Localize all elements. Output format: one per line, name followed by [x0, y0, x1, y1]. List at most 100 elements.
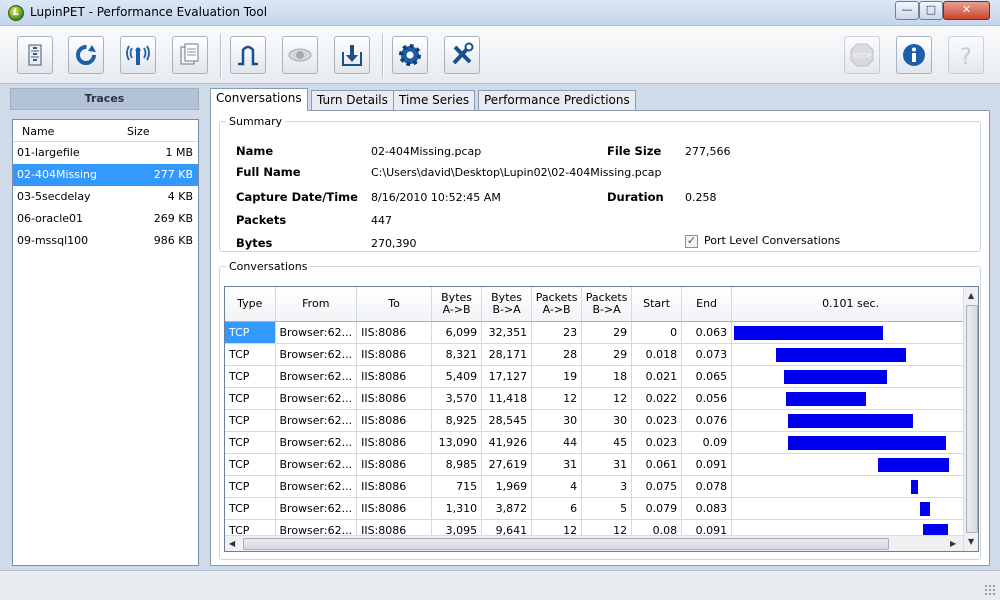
resize-grip-icon[interactable] — [984, 584, 996, 596]
table-cell: 0.073 — [681, 343, 733, 366]
table-row[interactable]: TCP Browser:62... IIS:8086 1,310 3,872 6 5 0.07… — [225, 497, 971, 520]
table-cell: IIS:8086 — [356, 321, 433, 344]
help-icon: ? — [960, 45, 972, 68]
settings-button[interactable] — [392, 36, 428, 74]
export-button[interactable] — [334, 36, 370, 74]
trace-row[interactable]: 03-5secdelay 4 KB — [13, 186, 198, 208]
traces-list[interactable]: Name Size 01-largefile 1 MB 02-404Missin… — [12, 119, 199, 566]
vertical-scrollbar[interactable]: ▲ ▼ — [963, 287, 978, 551]
table-cell: 1,969 — [481, 475, 533, 498]
vertical-scroll-thumb[interactable] — [966, 305, 978, 533]
tools-button[interactable] — [444, 36, 480, 74]
timeline-cell — [731, 321, 971, 344]
refresh-icon — [76, 45, 96, 65]
table-row[interactable]: TCP Browser:62... IIS:8086 13,090 41,926 44 45… — [225, 431, 971, 454]
scroll-down-arrow[interactable]: ▼ — [968, 537, 974, 546]
view-button[interactable] — [282, 36, 318, 74]
tab-conversations[interactable]: Conversations — [210, 88, 308, 111]
trace-name: 03-5secdelay — [17, 190, 91, 203]
port-level-checkbox[interactable]: ✓ — [685, 235, 698, 248]
table-cell: 0.076 — [681, 409, 733, 432]
horizontal-scrollbar[interactable]: ◀ ▶ — [225, 535, 963, 551]
table-row[interactable]: TCP Browser:62... IIS:8086 6,099 32,351 23 29 0… — [225, 321, 971, 344]
tab-time-series[interactable]: Time Series — [393, 90, 476, 110]
info-button[interactable] — [896, 36, 932, 74]
column-header[interactable]: Packets B->A — [581, 287, 633, 322]
table-cell: 0.078 — [681, 475, 733, 498]
graph-icon — [238, 45, 258, 66]
open-file-button[interactable] — [17, 36, 53, 74]
table-row[interactable]: TCP Browser:62... IIS:8086 8,925 28,545 30 30 0… — [225, 409, 971, 432]
table-row[interactable]: TCP Browser:62... IIS:8086 715 1,969 4 3 0.075 0… — [225, 475, 971, 498]
scroll-up-arrow[interactable]: ▲ — [968, 291, 974, 300]
stop-button[interactable]: STOP — [844, 36, 880, 74]
scroll-right-arrow[interactable]: ▶ — [950, 539, 956, 548]
column-header-size[interactable]: Size — [127, 125, 150, 138]
timeline-cell — [731, 409, 971, 432]
table-cell: 28,545 — [481, 409, 533, 432]
table-cell: 0.09 — [681, 431, 733, 454]
table-cell: 0.065 — [681, 365, 733, 388]
table-cell: 8,985 — [431, 453, 483, 476]
tab-performance-predictions[interactable]: Performance Predictions — [478, 90, 636, 110]
table-cell: 0.023 — [631, 409, 683, 432]
column-header[interactable]: From — [275, 287, 358, 322]
trace-row[interactable]: 09-mssql100 986 KB — [13, 230, 198, 252]
table-cell: TCP — [225, 497, 276, 520]
table-row[interactable]: TCP Browser:62... IIS:8086 5,409 17,127 19 18 0… — [225, 365, 971, 388]
timeline-bar — [910, 479, 918, 494]
trace-row[interactable]: 01-largefile 1 MB — [13, 142, 198, 164]
table-cell: 0.079 — [631, 497, 683, 520]
documents-button[interactable] — [172, 36, 208, 74]
table-cell: 8,321 — [431, 343, 483, 366]
table-cell: TCP — [225, 365, 276, 388]
table-cell: IIS:8086 — [356, 343, 433, 366]
documents-icon — [180, 43, 199, 65]
column-header[interactable]: Packets A->B — [531, 287, 583, 322]
close-button[interactable]: ✕ — [943, 1, 990, 20]
conversations-grid[interactable]: Type From To Bytes A->B Bytes B->A Packets A->B P… — [224, 286, 979, 552]
full-name-value: C:\Users\david\Desktop\Lupin02\02-404Mis… — [371, 166, 662, 179]
toolbar: STOP ? — [0, 26, 1000, 84]
capture-button[interactable] — [120, 36, 156, 74]
stop-icon: STOP — [850, 43, 874, 67]
table-cell: IIS:8086 — [356, 497, 433, 520]
trace-name: 06-oracle01 — [17, 212, 84, 225]
table-row[interactable]: TCP Browser:62... IIS:8086 8,985 27,619 31 31 0… — [225, 453, 971, 476]
toolbar-separator — [220, 34, 222, 78]
trace-row[interactable]: 02-404Missing 277 KB — [13, 164, 198, 186]
scroll-left-arrow[interactable]: ◀ — [229, 539, 235, 548]
timeline-bar — [783, 369, 888, 384]
port-level-label[interactable]: Port Level Conversations — [704, 234, 840, 247]
table-cell: Browser:62... — [275, 497, 358, 520]
graph-button[interactable] — [230, 36, 266, 74]
maximize-button[interactable]: □ — [919, 1, 943, 20]
column-header-name[interactable]: Name — [22, 125, 54, 138]
help-button[interactable]: ? — [948, 36, 984, 74]
column-header[interactable]: 0.101 sec. — [731, 287, 971, 322]
trace-row[interactable]: 06-oracle01 269 KB — [13, 208, 198, 230]
refresh-button[interactable] — [68, 36, 104, 74]
tab-turn-details[interactable]: Turn Details — [311, 90, 394, 110]
horizontal-scroll-thumb[interactable] — [243, 538, 889, 550]
table-cell: IIS:8086 — [356, 475, 433, 498]
table-cell: 44 — [531, 431, 583, 454]
column-header[interactable]: Type — [225, 287, 276, 322]
column-header[interactable]: Start — [631, 287, 683, 322]
table-row[interactable]: TCP Browser:62... IIS:8086 3,570 11,418 12 12 0… — [225, 387, 971, 410]
timeline-bar — [920, 501, 930, 516]
timeline-cell — [731, 475, 971, 498]
table-row[interactable]: TCP Browser:62... IIS:8086 8,321 28,171 28 29 0… — [225, 343, 971, 366]
column-header[interactable]: To — [356, 287, 433, 322]
duration-value: 0.258 — [685, 191, 717, 204]
table-cell: 0.018 — [631, 343, 683, 366]
table-cell: IIS:8086 — [356, 453, 433, 476]
minimize-button[interactable]: — — [895, 1, 919, 20]
column-header[interactable]: Bytes B->A — [481, 287, 533, 322]
column-header[interactable]: Bytes A->B — [431, 287, 483, 322]
column-header[interactable]: End — [681, 287, 733, 322]
trace-name: 09-mssql100 — [17, 234, 89, 247]
table-cell: TCP — [225, 431, 276, 454]
table-cell: IIS:8086 — [356, 387, 433, 410]
table-cell: 4 — [531, 475, 583, 498]
